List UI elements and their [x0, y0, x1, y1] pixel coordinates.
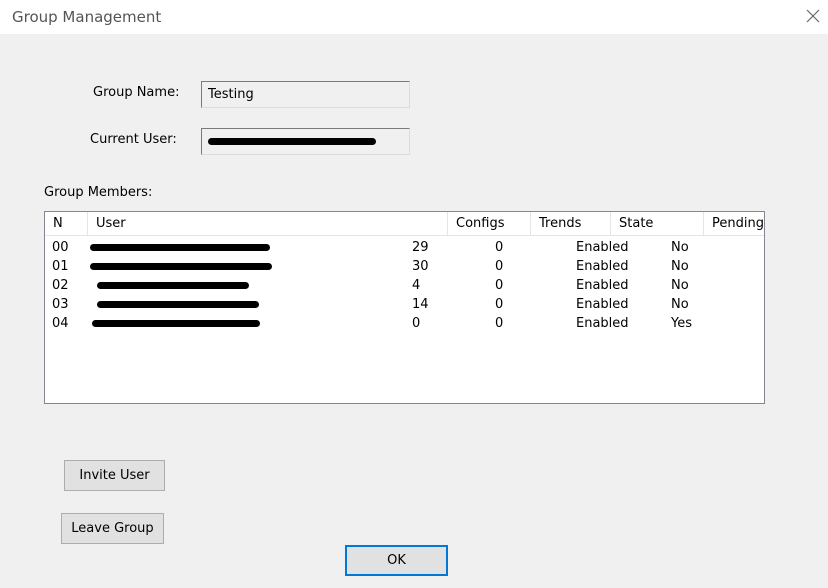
table-row[interactable]: 02 4 0 Enabled No — [45, 276, 764, 295]
leave-group-button[interactable]: Leave Group — [61, 513, 164, 544]
column-header-state[interactable]: State — [611, 212, 704, 235]
table-row[interactable]: 03 14 0 Enabled No — [45, 295, 764, 314]
redaction-mark — [97, 282, 249, 289]
list-header: N User Configs Trends State Pending — [45, 212, 764, 236]
configs-cell: 30 — [412, 259, 429, 274]
redaction-mark — [90, 244, 270, 251]
table-row[interactable]: 00 29 0 Enabled No — [45, 238, 764, 257]
column-header-trends[interactable]: Trends — [531, 212, 611, 235]
column-header-configs[interactable]: Configs — [448, 212, 531, 235]
configs-cell: 14 — [412, 297, 429, 312]
trends-cell: 0 — [495, 240, 504, 255]
redaction-mark — [97, 301, 259, 308]
group-name-field[interactable]: Testing — [201, 81, 410, 108]
pending-cell: No — [671, 278, 689, 293]
user-cell — [90, 238, 270, 257]
configs-cell: 4 — [412, 278, 421, 293]
state-cell: Enabled — [576, 297, 629, 312]
row-number: 04 — [52, 316, 69, 331]
column-header-pending[interactable]: Pending — [704, 212, 764, 235]
invite-user-button[interactable]: Invite User — [64, 460, 165, 491]
user-cell — [90, 257, 272, 276]
trends-cell: 0 — [495, 278, 504, 293]
row-number: 03 — [52, 297, 69, 312]
pending-cell: No — [671, 259, 689, 274]
pending-cell: No — [671, 240, 689, 255]
state-cell: Enabled — [576, 259, 629, 274]
current-user-field[interactable] — [201, 128, 410, 155]
title-bar: Group Management — [0, 0, 828, 34]
state-cell: Enabled — [576, 316, 629, 331]
user-cell — [97, 276, 249, 295]
configs-cell: 29 — [412, 240, 429, 255]
trends-cell: 0 — [495, 297, 504, 312]
pending-cell: No — [671, 297, 689, 312]
group-name-label: Group Name: — [93, 85, 180, 100]
row-number: 02 — [52, 278, 69, 293]
redaction-mark — [90, 263, 272, 270]
redaction-mark — [208, 138, 376, 145]
table-row[interactable]: 04 0 0 Enabled Yes — [45, 314, 764, 333]
column-header-user[interactable]: User — [88, 212, 448, 235]
ok-button[interactable]: OK — [345, 545, 448, 576]
configs-cell: 0 — [412, 316, 421, 331]
pending-cell: Yes — [671, 316, 692, 331]
row-number: 01 — [52, 259, 69, 274]
state-cell: Enabled — [576, 278, 629, 293]
table-row[interactable]: 01 30 0 Enabled No — [45, 257, 764, 276]
redaction-mark — [92, 320, 260, 327]
window-title: Group Management — [12, 8, 162, 26]
user-cell — [97, 295, 259, 314]
trends-cell: 0 — [495, 259, 504, 274]
user-cell — [92, 314, 260, 333]
row-number: 00 — [52, 240, 69, 255]
trends-cell: 0 — [495, 316, 504, 331]
close-icon[interactable] — [802, 5, 824, 27]
column-header-n[interactable]: N — [45, 212, 88, 235]
group-members-label: Group Members: — [44, 185, 153, 200]
group-members-list[interactable]: N User Configs Trends State Pending 00 2… — [44, 211, 765, 404]
current-user-label: Current User: — [90, 132, 177, 147]
state-cell: Enabled — [576, 240, 629, 255]
